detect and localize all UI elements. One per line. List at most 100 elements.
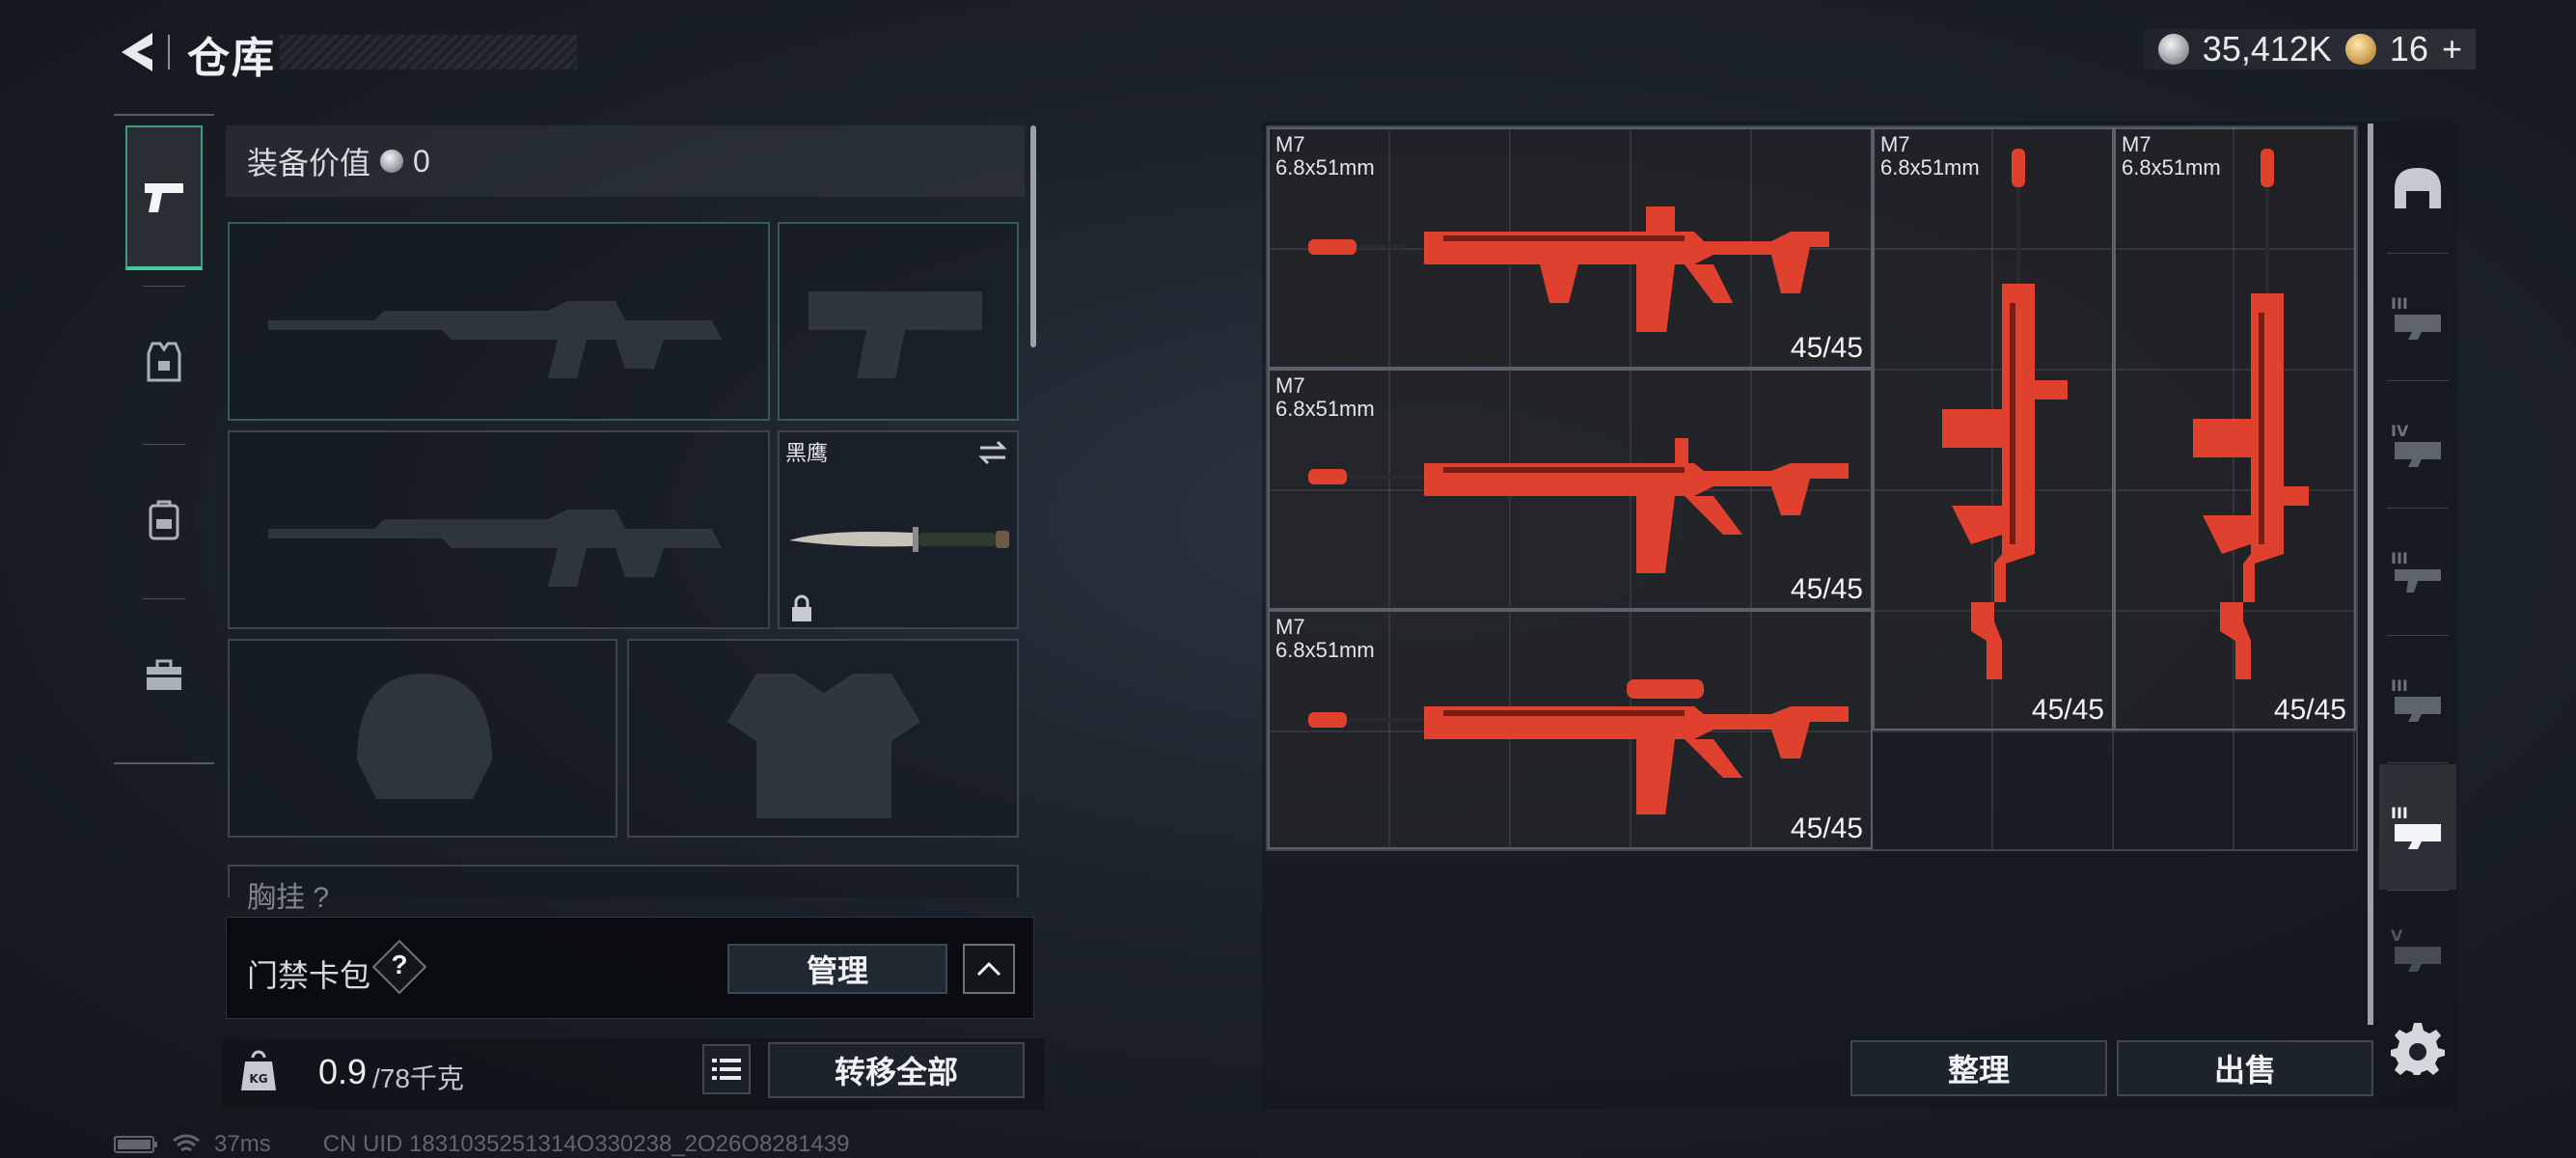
ticket-balance: 16	[2389, 29, 2428, 69]
list-view-button[interactable]	[702, 1044, 751, 1094]
ping-text: 37ms	[214, 1131, 271, 1157]
item-grade-3-icon: III	[2391, 549, 2441, 593]
item-name: M7	[1275, 132, 1305, 156]
nav-separator	[143, 286, 185, 287]
category-nav	[114, 114, 214, 764]
coin-icon	[380, 150, 404, 173]
uid-text: CN UID 1831035251314O330238_2O26O8281439	[322, 1131, 850, 1157]
item-ammo: 45/45	[2273, 694, 2346, 726]
right-tabs-scrollbar[interactable]	[2368, 124, 2373, 1025]
slot-melee[interactable]: 黑鹰	[778, 430, 1019, 629]
item-grade-3-icon: III	[2391, 294, 2441, 340]
slot-primary-weapon[interactable]	[228, 222, 770, 421]
swap-icon[interactable]	[976, 438, 1009, 467]
svg-text:III: III	[2391, 676, 2408, 695]
gear-icon[interactable]	[2391, 1021, 2445, 1075]
weight-icon: KG	[241, 1050, 276, 1090]
armor-vest-icon	[147, 342, 181, 382]
nav-weapons[interactable]	[125, 125, 203, 270]
chest-rig-label: 胸挂 ?	[247, 873, 329, 916]
armor-silhouette-icon	[727, 674, 920, 818]
currency-bar: 35,412K 16 +	[2144, 29, 2476, 69]
rifle-icon	[2193, 149, 2309, 679]
equipment-scrollbar[interactable]	[1030, 125, 1036, 347]
rifle-icon	[1308, 207, 1829, 332]
equipment-value-row: 装备价值 0	[226, 125, 1025, 197]
nav-backpack[interactable]	[125, 448, 203, 593]
status-bar: 37ms CN UID 1831035251314O330238_2O26O82…	[114, 1131, 849, 1158]
pistol-silhouette-icon	[808, 291, 982, 378]
svg-text:III: III	[2391, 294, 2408, 313]
equipment-panel: 装备价值 0 黑鹰	[226, 125, 1038, 897]
chest-rig-value: ?	[313, 882, 330, 914]
nav-separator	[143, 444, 185, 445]
tab-grade-3[interactable]: III	[2379, 255, 2456, 380]
slot-helmet[interactable]	[228, 639, 617, 838]
item-grade-3-icon: III	[2391, 676, 2441, 722]
chest-rig-text: 胸挂	[247, 882, 305, 914]
storage-item[interactable]: M7 6.8x51mm 45/45	[1268, 127, 1873, 369]
storage-item[interactable]: M7 6.8x51mm 45/45	[1268, 610, 1873, 849]
ticket-icon	[2344, 34, 2376, 65]
lock-icon	[792, 594, 811, 621]
tab-separator	[2387, 508, 2449, 509]
add-ticket-button[interactable]: +	[2442, 29, 2462, 69]
helmet-icon	[2395, 168, 2441, 208]
title-decoration	[280, 35, 577, 69]
item-grade-5-icon: V	[2391, 926, 2441, 972]
coin-balance: 35,412K	[2202, 29, 2332, 69]
storage-item[interactable]: M7 6.8x51mm 45/45	[1268, 369, 1873, 610]
helmet-silhouette-icon	[357, 674, 492, 799]
item-ammo: 45/45	[1790, 813, 1863, 844]
nav-separator	[143, 598, 185, 599]
tab-separator	[2387, 890, 2449, 891]
tab-separator	[2387, 253, 2449, 254]
chevron-up-icon	[976, 961, 1001, 977]
back-button[interactable]	[114, 27, 160, 77]
collapse-button[interactable]	[963, 944, 1015, 994]
tab-separator	[2387, 762, 2449, 763]
nav-armor[interactable]	[125, 290, 203, 434]
tab-grade-4[interactable]: IV	[2379, 382, 2456, 508]
slot-chest-rig[interactable]	[228, 865, 1019, 897]
item-ammo: 45/45	[1790, 573, 1863, 605]
item-name: M7	[1275, 373, 1305, 398]
help-icon: ?	[391, 950, 408, 979]
rifle-icon	[1308, 679, 1849, 814]
item-ammo: 45/45	[2031, 694, 2104, 726]
page-title: 仓库	[187, 35, 276, 82]
weight-current: 0.9	[318, 1052, 368, 1091]
sort-button[interactable]: 整理	[1850, 1040, 2107, 1096]
manage-button[interactable]: 管理	[727, 944, 947, 994]
storage-item[interactable]: M7 6.8x51mm 45/45	[2114, 127, 2356, 731]
tab-helmets[interactable]	[2379, 125, 2456, 251]
tab-grade-5[interactable]: V	[2379, 901, 2456, 998]
slot-secondary-weapon[interactable]	[228, 430, 770, 629]
nav-case[interactable]	[125, 602, 203, 747]
item-ammo: 45/45	[1790, 332, 1863, 364]
slot-body-armor[interactable]	[627, 639, 1019, 838]
knife-icon	[789, 527, 1009, 552]
slot-sidearm[interactable]	[778, 222, 1019, 421]
svg-text:V: V	[2391, 926, 2403, 945]
tab-grade-3c[interactable]: III	[2379, 637, 2456, 762]
equipment-value: 0	[413, 143, 430, 179]
keycard-pack-label: 门禁卡包	[247, 958, 371, 993]
rifle-silhouette-icon	[268, 510, 722, 587]
equipment-value-label: 装备价值	[247, 146, 371, 180]
weight-max: /78千克	[372, 1063, 464, 1093]
tab-separator	[2387, 635, 2449, 636]
svg-text:KG: KG	[249, 1072, 267, 1086]
storage-tabs: III IV III III III	[2379, 125, 2456, 926]
transfer-all-button[interactable]: 转移全部	[768, 1042, 1025, 1098]
list-icon	[712, 1059, 741, 1080]
battery-icon	[114, 1136, 157, 1153]
item-grade-3-icon: III	[2391, 804, 2441, 849]
rifle-icon	[1942, 149, 2068, 679]
backpack-icon	[149, 500, 179, 540]
storage-item[interactable]: M7 6.8x51mm 45/45	[1873, 127, 2114, 731]
svg-text:III: III	[2391, 804, 2408, 822]
tab-grade-3-active[interactable]: III	[2379, 764, 2456, 890]
tab-grade-3b[interactable]: III	[2379, 510, 2456, 635]
sell-button[interactable]: 出售	[2117, 1040, 2373, 1096]
